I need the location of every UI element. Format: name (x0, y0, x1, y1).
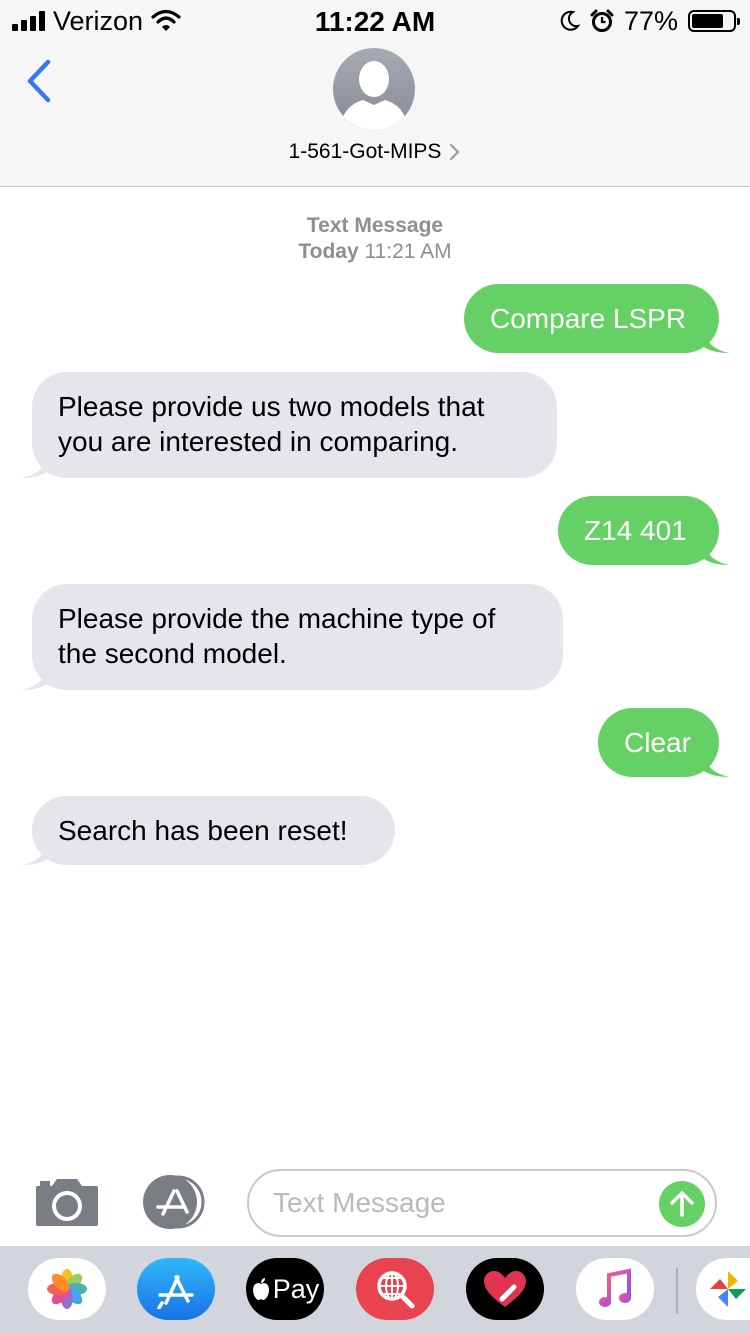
app-store-icon (143, 1175, 205, 1229)
battery-percent: 77% (623, 5, 678, 36)
time-label: 11:21 AM (364, 240, 452, 263)
globe-search-icon (377, 1271, 415, 1309)
battery-level (692, 14, 723, 28)
apple-pay-label: Pay (251, 1273, 320, 1305)
digital-touch-app-icon[interactable] (466, 1258, 544, 1320)
incoming-message[interactable]: Search has been reset! (21, 796, 395, 865)
send-button[interactable] (659, 1181, 705, 1227)
chevron-right-icon (450, 143, 460, 161)
contact-name: 1-561-Got-MIPS (288, 140, 442, 163)
moon-icon (560, 10, 580, 31)
bubble-tail (704, 333, 730, 353)
app-drawer: Pay (0, 1246, 750, 1334)
drawer-divider (676, 1268, 678, 1314)
avatar[interactable] (333, 48, 415, 130)
bubble-tail (704, 545, 730, 565)
incoming-message[interactable]: Please provide us two models that you ar… (21, 372, 557, 478)
bubble-tail (704, 757, 730, 777)
pinwheel-icon (710, 1271, 746, 1307)
message-text: the second model. (58, 638, 287, 669)
outgoing-message[interactable]: Clear (598, 708, 730, 777)
message-text: Please provide the machine type of (58, 603, 496, 634)
bubble-tail (21, 458, 47, 478)
alarm-icon (590, 9, 614, 32)
bubble-tail (21, 670, 47, 690)
apple-pay-app-icon[interactable]: Pay (246, 1258, 324, 1320)
message-input[interactable] (273, 1181, 653, 1225)
person-silhouette-icon (339, 61, 409, 130)
search-images-app-icon[interactable] (356, 1258, 434, 1320)
service-label: Text Message (306, 214, 444, 237)
message-text: Please provide us two models that (58, 391, 485, 422)
app-store-a-icon (157, 1275, 194, 1309)
camera-button[interactable] (34, 1176, 100, 1228)
music-note-icon (599, 1268, 631, 1307)
bubble-tail (21, 845, 47, 865)
message-text: Clear (624, 727, 691, 758)
outgoing-message[interactable]: Z14 401 (558, 496, 730, 565)
conversation-header: 1-561-Got-MIPS (0, 40, 750, 187)
message-text: Z14 401 (584, 515, 687, 546)
back-button[interactable] (18, 54, 62, 110)
apps-button[interactable] (140, 1174, 212, 1230)
message-field[interactable] (247, 1169, 717, 1237)
incoming-message[interactable]: Please provide the machine type of the s… (21, 584, 563, 690)
message-text: Search has been reset! (58, 815, 348, 846)
send-arrow-icon (670, 1191, 694, 1217)
camera-icon (36, 1179, 98, 1226)
status-right: 77% (560, 5, 740, 36)
pinwheel-app-icon[interactable] (696, 1258, 750, 1320)
app-store-app-icon[interactable] (137, 1258, 215, 1320)
music-app-icon[interactable] (576, 1258, 654, 1320)
timestamp: Today 11:21 AM (0, 240, 750, 264)
apple-logo-icon (252, 1278, 269, 1300)
chevron-left-icon (27, 59, 51, 103)
status-bar: Verizon 11:22 AM 77% (0, 0, 750, 40)
date-label: Today (298, 240, 359, 263)
photos-app-icon[interactable] (28, 1258, 106, 1320)
contact-details-link[interactable]: 1-561-Got-MIPS (0, 140, 750, 164)
outgoing-message[interactable]: Compare LSPR (464, 284, 730, 353)
apple-pay-text: Pay (272, 1273, 320, 1304)
heart-icon (484, 1271, 526, 1307)
photos-flower-icon (47, 1269, 87, 1309)
message-text: you are interested in comparing. (58, 426, 458, 457)
battery-icon (688, 10, 740, 32)
message-text: Compare LSPR (490, 303, 687, 334)
